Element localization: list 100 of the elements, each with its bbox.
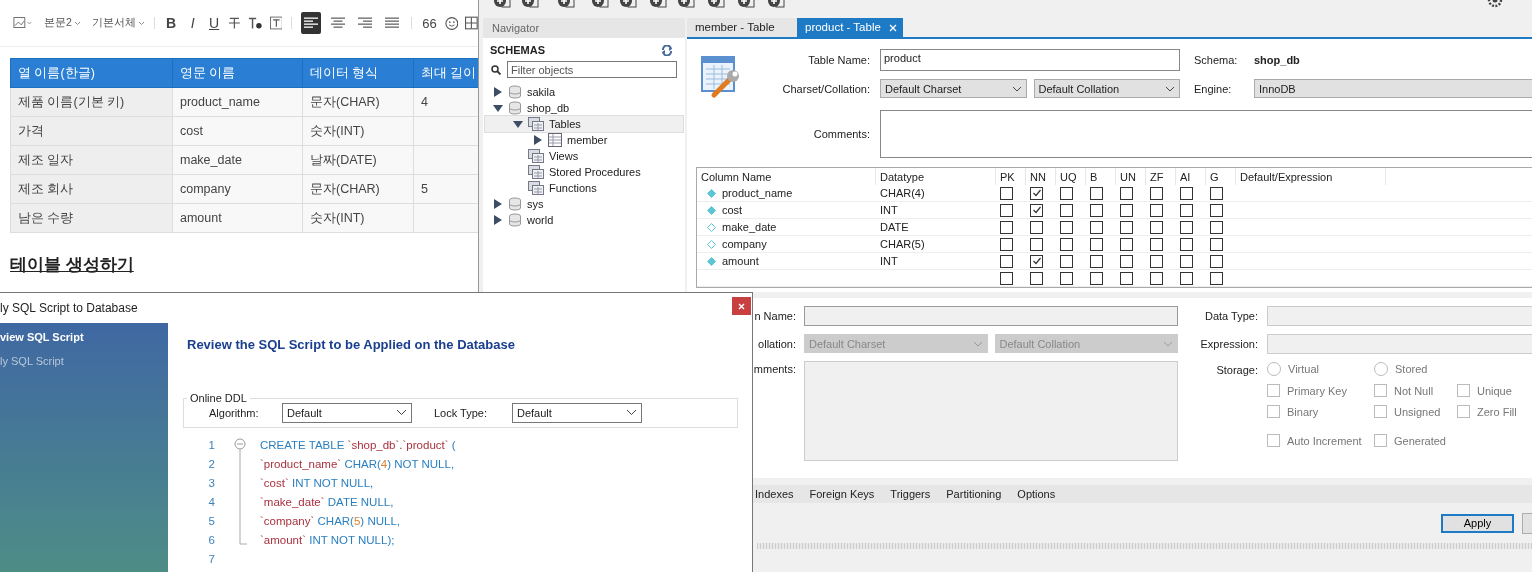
checkbox[interactable]: Auto Increment bbox=[1267, 434, 1362, 447]
add-icon[interactable] bbox=[521, 0, 539, 9]
column-header[interactable]: ZF bbox=[1146, 168, 1176, 185]
add-icon[interactable] bbox=[767, 0, 785, 9]
editor-tab[interactable]: product - Table bbox=[797, 18, 903, 37]
radio-button[interactable]: Virtual bbox=[1267, 362, 1319, 376]
strikethrough-icon[interactable] bbox=[228, 16, 242, 30]
checkbox[interactable] bbox=[1120, 203, 1133, 217]
collapsed-arrow-icon[interactable] bbox=[493, 215, 503, 225]
checkbox[interactable] bbox=[1180, 186, 1193, 200]
italic-button[interactable]: I bbox=[185, 15, 200, 31]
collation-dropdown[interactable]: Default Collation bbox=[1033, 79, 1180, 98]
column-header[interactable]: B bbox=[1086, 168, 1116, 185]
checkbox[interactable] bbox=[1180, 203, 1193, 217]
engine-dropdown[interactable]: InnoDB bbox=[1254, 79, 1532, 98]
checkbox[interactable] bbox=[1030, 186, 1043, 200]
checkbox[interactable]: Primary Key bbox=[1267, 384, 1347, 397]
checkbox[interactable] bbox=[1210, 220, 1223, 234]
checkbox[interactable]: Unsigned bbox=[1374, 405, 1441, 418]
checkbox[interactable] bbox=[1150, 203, 1163, 217]
checkbox[interactable] bbox=[1060, 203, 1073, 217]
checkbox[interactable] bbox=[1210, 254, 1223, 268]
checkbox[interactable] bbox=[1060, 271, 1073, 285]
checkbox[interactable] bbox=[1120, 237, 1133, 251]
column-header[interactable]: UQ bbox=[1056, 168, 1086, 185]
checkbox[interactable] bbox=[1000, 186, 1013, 200]
checkbox[interactable] bbox=[1090, 271, 1103, 285]
text-color-icon[interactable] bbox=[248, 16, 263, 30]
refresh-icon[interactable] bbox=[661, 44, 673, 56]
checkbox[interactable] bbox=[1090, 254, 1103, 268]
font-dropdown[interactable]: 기본서체 bbox=[91, 16, 145, 30]
checkbox[interactable] bbox=[1120, 186, 1133, 200]
expression-field[interactable] bbox=[1267, 334, 1532, 354]
checkbox[interactable] bbox=[1120, 220, 1133, 234]
text-background-icon[interactable] bbox=[269, 16, 283, 30]
tree-item[interactable]: Tables bbox=[485, 116, 683, 132]
bold-button[interactable]: B bbox=[163, 15, 179, 31]
tree-item[interactable]: Functions bbox=[485, 180, 683, 196]
checkbox[interactable] bbox=[1210, 271, 1223, 285]
column-header[interactable]: UN bbox=[1116, 168, 1146, 185]
tree-item[interactable]: sakila bbox=[485, 84, 683, 100]
checkbox[interactable] bbox=[1210, 203, 1223, 217]
checkbox[interactable] bbox=[1120, 254, 1133, 268]
editor-subtab[interactable]: Partitioning bbox=[946, 488, 1002, 500]
checkbox[interactable] bbox=[1000, 203, 1013, 217]
column-header[interactable]: NN bbox=[1026, 168, 1056, 185]
checkbox[interactable] bbox=[1000, 237, 1013, 251]
expanded-arrow-icon[interactable] bbox=[513, 119, 523, 129]
checkbox[interactable] bbox=[1150, 254, 1163, 268]
gear-icon[interactable] bbox=[1487, 0, 1503, 8]
add-icon[interactable] bbox=[591, 0, 609, 9]
checkbox[interactable] bbox=[1150, 220, 1163, 234]
collapsed-arrow-icon[interactable] bbox=[493, 87, 503, 97]
checkbox[interactable]: Unique bbox=[1457, 384, 1512, 397]
column-comments-field[interactable] bbox=[804, 361, 1178, 461]
align-left-button[interactable] bbox=[301, 12, 322, 34]
checkbox[interactable] bbox=[1180, 254, 1193, 268]
lock-type-dropdown[interactable]: Default bbox=[512, 402, 642, 423]
column-name-field[interactable] bbox=[804, 306, 1178, 326]
checkbox[interactable] bbox=[1090, 220, 1103, 234]
checkbox[interactable] bbox=[1030, 220, 1043, 234]
checkbox[interactable] bbox=[1180, 220, 1193, 234]
table-name-field[interactable]: product bbox=[880, 49, 1180, 71]
checkbox[interactable]: Not Null bbox=[1374, 384, 1434, 397]
collapsed-arrow-icon[interactable] bbox=[493, 199, 503, 209]
comments-field[interactable] bbox=[880, 110, 1532, 158]
checkbox[interactable] bbox=[1150, 271, 1163, 285]
column-header[interactable]: PK bbox=[996, 168, 1026, 185]
checkbox[interactable] bbox=[1030, 271, 1043, 285]
checkbox[interactable]: Binary bbox=[1267, 405, 1319, 418]
radio-button[interactable]: Stored bbox=[1374, 362, 1428, 376]
tree-item[interactable]: sys bbox=[485, 196, 683, 212]
checkbox[interactable] bbox=[1180, 271, 1193, 285]
apply-button[interactable]: Apply bbox=[1441, 513, 1514, 533]
smiley-icon[interactable] bbox=[444, 15, 459, 31]
quote-button[interactable]: 66 bbox=[421, 15, 438, 31]
collapsed-arrow-icon[interactable] bbox=[533, 135, 543, 145]
checkbox[interactable] bbox=[1210, 237, 1223, 251]
checkbox[interactable] bbox=[1000, 220, 1013, 234]
add-icon[interactable] bbox=[619, 0, 637, 9]
checkbox[interactable]: Generated bbox=[1374, 434, 1446, 447]
checkbox[interactable] bbox=[1030, 254, 1043, 268]
checkbox[interactable]: Zero Fill bbox=[1457, 405, 1517, 418]
tree-item[interactable]: world bbox=[485, 212, 683, 228]
add-icon[interactable] bbox=[557, 0, 575, 9]
editor-subtab[interactable]: Foreign Keys bbox=[809, 488, 875, 500]
column-header[interactable]: Default/Expression bbox=[1236, 168, 1386, 185]
expanded-arrow-icon[interactable] bbox=[493, 103, 503, 113]
checkbox[interactable] bbox=[1150, 186, 1163, 200]
add-icon[interactable] bbox=[649, 0, 667, 9]
checkbox[interactable] bbox=[1090, 237, 1103, 251]
checkbox[interactable] bbox=[1000, 254, 1013, 268]
tree-item[interactable]: Stored Procedures bbox=[485, 164, 683, 180]
tree-item[interactable]: member bbox=[485, 132, 683, 148]
checkbox[interactable] bbox=[1090, 186, 1103, 200]
checkbox[interactable] bbox=[1060, 220, 1073, 234]
column-header[interactable]: AI bbox=[1176, 168, 1206, 185]
add-icon[interactable] bbox=[493, 0, 511, 9]
add-icon[interactable] bbox=[707, 0, 725, 9]
checkbox[interactable] bbox=[1180, 237, 1193, 251]
